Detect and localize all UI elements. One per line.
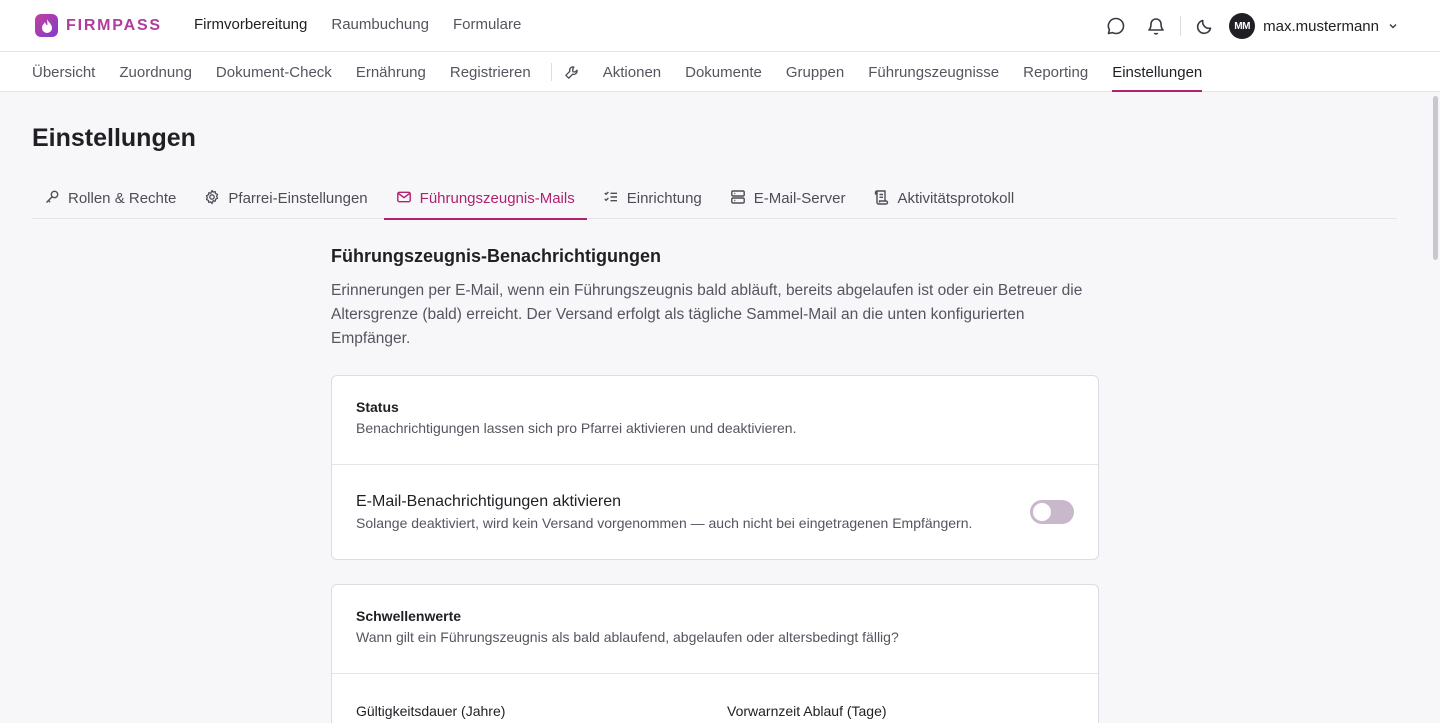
chevron-down-icon[interactable]: [1387, 20, 1399, 32]
log-icon: [873, 189, 897, 209]
toggle-knob: [1033, 503, 1051, 521]
toggle-hint: Solange deaktiviert, wird kein Versand v…: [356, 515, 973, 531]
warning-days-label: Vorwarnzeit Ablauf (Tage): [727, 703, 887, 719]
subnav-dokumente[interactable]: Dokumente: [685, 52, 762, 92]
subnav-uebersicht[interactable]: Übersicht: [32, 52, 95, 92]
threshold-card-title: Schwellenwerte: [356, 608, 462, 624]
checklist-icon: [603, 189, 627, 209]
tab-label: Einrichtung: [626, 190, 702, 207]
notification-toggle-row: E-Mail-Benachrichtigungen aktivieren Sol…: [332, 465, 1098, 559]
threshold-card-subtitle: Wann gilt ein Führungszeugnis als bald a…: [356, 629, 899, 645]
page-title: Einstellungen: [32, 124, 196, 152]
server-icon: [730, 189, 754, 209]
section-description: Erinnerungen per E-Mail, wenn ein Führun…: [331, 282, 1083, 347]
status-card-title: Status: [356, 399, 399, 415]
section-title: Führungszeugnis-Benachrichtigungen: [331, 246, 662, 266]
status-card-header: Status Benachrichtigungen lassen sich pr…: [332, 376, 1098, 465]
tab-label: Pfarrei-Einstellungen: [228, 190, 368, 207]
tab-e-mail-server[interactable]: E-Mail-Server: [718, 178, 858, 219]
tab-label: Führungszeugnis-Mails: [419, 190, 575, 207]
scrollbar[interactable]: [1433, 96, 1438, 260]
main-nav-formulare[interactable]: Formulare: [453, 16, 521, 33]
tab-pfarrei-einstellungen[interactable]: Pfarrei-Einstellungen: [192, 178, 379, 219]
avatar[interactable]: MM: [1229, 13, 1256, 39]
gear-icon: [204, 189, 228, 209]
main-content: Einstellungen Rollen & Rechte Pfarrei-Ei…: [0, 92, 1428, 723]
top-right-actions: MM max.mustermann: [1102, 12, 1399, 40]
subnav-dokument-check[interactable]: Dokument-Check: [216, 52, 332, 92]
threshold-fields: Gültigkeitsdauer (Jahre) Vorwarnzeit Abl…: [332, 674, 1098, 723]
status-card-subtitle: Benachrichtigungen lassen sich pro Pfarr…: [356, 420, 797, 436]
subnav-aktionen[interactable]: Aktionen: [603, 52, 661, 92]
username[interactable]: max.mustermann: [1263, 18, 1379, 35]
validity-years-label: Gültigkeitsdauer (Jahre): [356, 703, 506, 719]
sub-nav: Übersicht Zuordnung Dokument-Check Ernäh…: [0, 52, 1440, 92]
main-nav-raumbuchung[interactable]: Raumbuchung: [331, 16, 429, 33]
flame-icon: [35, 14, 58, 37]
mail-icon: [396, 189, 420, 209]
divider: [1180, 16, 1182, 36]
tab-einrichtung[interactable]: Einrichtung: [591, 178, 714, 219]
threshold-card: Schwellenwerte Wann gilt ein Führungszeu…: [331, 584, 1099, 723]
subnav-gruppen[interactable]: Gruppen: [786, 52, 844, 92]
subnav-einstellungen[interactable]: Einstellungen: [1112, 52, 1203, 92]
brand-logo[interactable]: FIRMPASS: [35, 14, 162, 37]
subnav-reporting[interactable]: Reporting: [1023, 52, 1088, 92]
tab-label: Rollen & Rechte: [68, 190, 177, 207]
tab-fuehrungszeugnis-mails[interactable]: Führungszeugnis-Mails: [383, 178, 587, 220]
subnav-divider: [550, 63, 552, 81]
subnav-registrieren[interactable]: Registrieren: [450, 52, 531, 92]
tab-label: E-Mail-Server: [753, 190, 846, 207]
tab-aktivitaetsprotokoll[interactable]: Aktivitätsprotokoll: [861, 178, 1026, 219]
subnav-ernaehrung[interactable]: Ernährung: [356, 52, 426, 92]
top-bar: FIRMPASS Firmvorbereitung Raumbuchung Fo…: [0, 0, 1440, 52]
chat-icon[interactable]: [1102, 12, 1130, 40]
brand-name: FIRMPASS: [66, 16, 162, 34]
subnav-fuehrungszeugnisse[interactable]: Führungszeugnisse: [868, 52, 999, 92]
tab-rollen-rechte[interactable]: Rollen & Rechte: [32, 178, 188, 219]
tab-label: Aktivitätsprotokoll: [897, 190, 1015, 207]
wrench-icon: [564, 52, 579, 92]
status-card: Status Benachrichtigungen lassen sich pr…: [331, 375, 1099, 560]
main-nav-firmvorbereitung[interactable]: Firmvorbereitung: [194, 16, 307, 33]
key-icon: [44, 189, 68, 209]
toggle-label: E-Mail-Benachrichtigungen aktivieren: [356, 493, 622, 510]
bell-icon[interactable]: [1142, 12, 1170, 40]
threshold-card-header: Schwellenwerte Wann gilt ein Führungszeu…: [332, 585, 1098, 674]
moon-icon[interactable]: [1191, 12, 1219, 40]
notification-section: Führungszeugnis-Benachrichtigungen Erinn…: [331, 246, 1099, 351]
subnav-zuordnung[interactable]: Zuordnung: [119, 52, 192, 92]
email-notifications-toggle[interactable]: [1030, 500, 1074, 524]
main-nav: Firmvorbereitung Raumbuchung Formulare: [194, 16, 521, 33]
settings-tabs: Rollen & Rechte Pfarrei-Einstellungen Fü…: [32, 178, 1397, 220]
